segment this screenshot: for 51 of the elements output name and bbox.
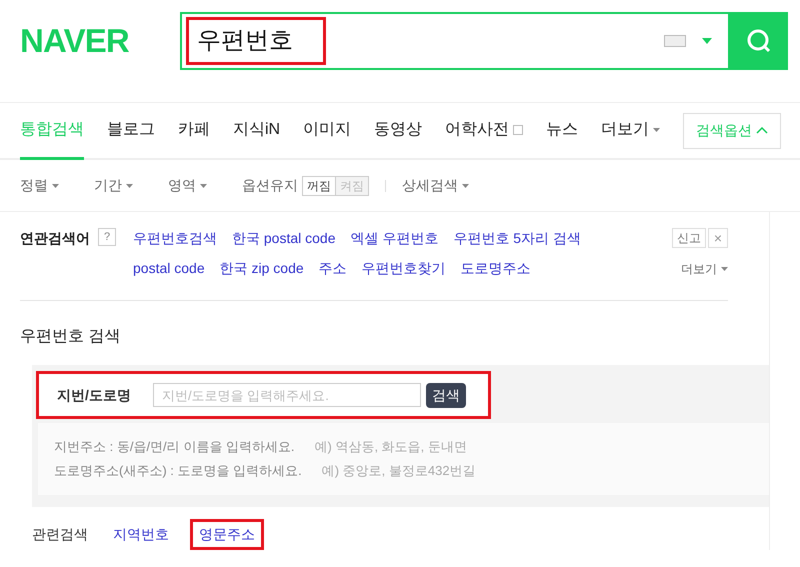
nav-tab[interactable]: 동영상 [374,103,422,160]
hint-text: 도로명주소(새주소) : 도로명을 입력하세요. [54,462,302,480]
nav-tab[interactable]: 뉴스 [546,103,578,160]
section-title: 우편번호 검색 [20,327,122,347]
nav-tab[interactable]: 블로그 [107,103,155,160]
keyword-link[interactable]: 우편번호찾기 [362,258,446,288]
nav-tab[interactable]: 지식iN [233,103,280,160]
chevron-up-icon [756,127,768,134]
related-link[interactable]: 지역번호 [104,519,178,550]
nav-tab[interactable]: 이미지 [303,103,352,160]
nav-tab[interactable]: 카페 [178,103,210,160]
caret-icon [126,184,133,188]
keyword-link[interactable]: 우편번호 5자리 검색 [453,228,581,258]
more-button[interactable]: 더보기 [681,260,728,278]
hint-example: 예) 중앙로, 불정로432번길 [322,462,476,480]
caret-icon[interactable] [702,38,712,44]
search-value: 우편번호 [186,17,326,65]
help-button[interactable]: ? [98,228,116,246]
keyword-link[interactable]: 주소 [318,258,347,288]
address-input[interactable]: 지번/도로명을 입력해주세요. [153,383,421,407]
keyword-link[interactable]: postal code [133,258,205,288]
caret-icon [52,184,59,188]
filter-dropdown[interactable]: 기간 [94,175,133,196]
option-keep-label: 옵션유지 [242,176,298,195]
filter-dropdown[interactable]: 정렬 [20,175,59,196]
related-search-label: 관련검색 [32,525,88,544]
search-field[interactable]: 우편번호 [180,12,730,70]
caret-icon [721,267,728,271]
related-keywords-label: 연관검색어 [20,229,90,248]
keyword-link[interactable]: 우편번호검색 [133,228,217,258]
nav-tab[interactable]: 더보기 [601,103,660,160]
keyboard-icon[interactable] [664,35,686,47]
keyword-link[interactable]: 도로명주소 [460,258,531,288]
nav-tab[interactable]: 어학사전 [445,103,524,160]
keyword-link[interactable]: 엑셀 우편번호 [350,228,438,258]
related-link[interactable]: 영문주소 [190,519,264,550]
hint-text: 지번주소 : 동/읍/면/리 이름을 입력하세요. [54,438,295,456]
caret-icon [653,128,660,132]
field-label: 지번/도로명 [57,386,132,404]
search-button[interactable] [730,12,788,70]
search-submit-button[interactable]: 검색 [426,382,466,408]
keyword-link[interactable]: 한국 postal code [232,228,336,258]
report-button[interactable]: 신고 [672,228,706,248]
search-icon [746,28,772,54]
caret-icon [462,184,469,188]
keyword-link[interactable]: 한국 zip code [220,258,304,288]
hint-example: 예) 역삼동, 화도읍, 둔내면 [314,438,467,456]
detail-search-dropdown[interactable]: 상세검색 [402,175,469,196]
filter-dropdown[interactable]: 영역 [168,175,207,196]
caret-icon [200,184,207,188]
window-icon [513,125,524,135]
